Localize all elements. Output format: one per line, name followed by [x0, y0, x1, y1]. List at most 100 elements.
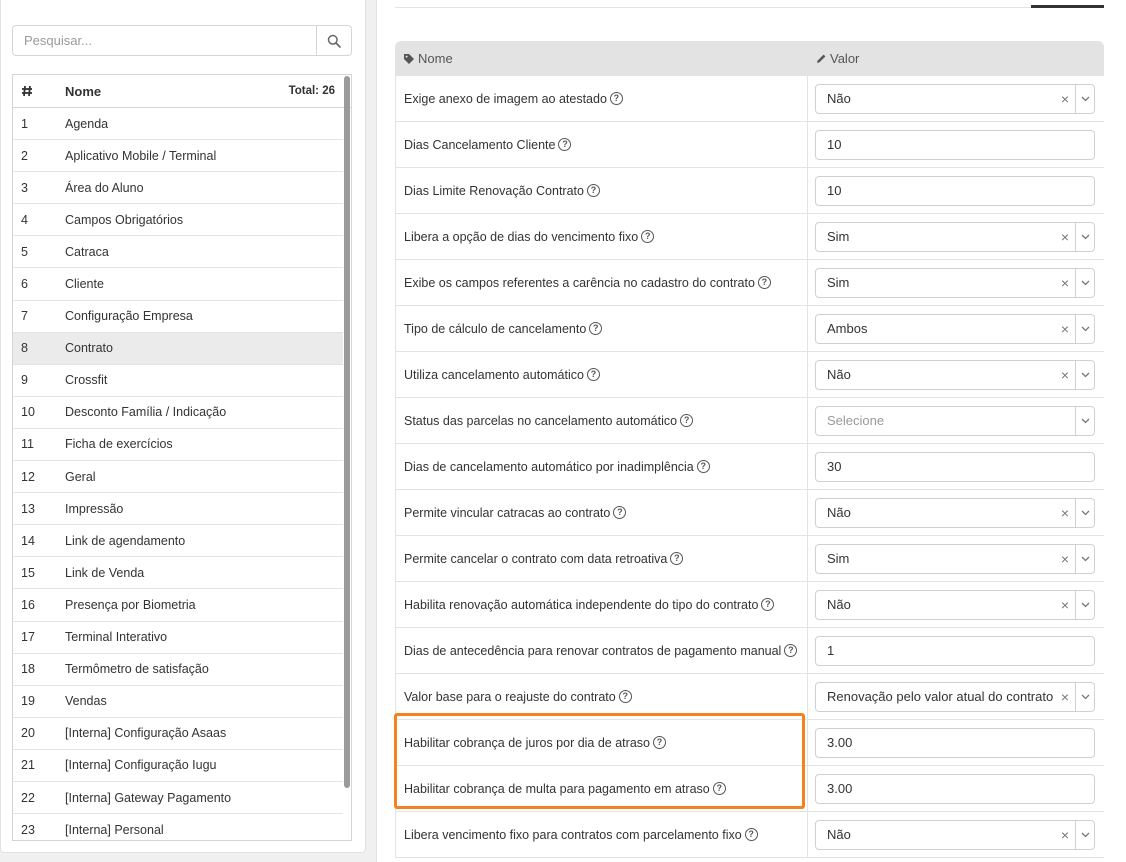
chevron-down-icon[interactable] — [1075, 84, 1094, 113]
list-item[interactable]: 22 [Interna] Gateway Pagamento — [13, 782, 343, 815]
question-circle-icon[interactable]: ? — [589, 322, 603, 335]
list-item[interactable]: 13 Impressão — [13, 493, 343, 526]
setting-value-cell: Sim × — [808, 260, 1104, 305]
question-circle-icon[interactable]: ? — [784, 644, 798, 657]
list-item[interactable]: 23 [Interna] Personal — [13, 814, 343, 840]
close-icon[interactable]: × — [1055, 367, 1075, 383]
setting-select[interactable]: Sim × — [815, 221, 1095, 252]
close-icon[interactable]: × — [1055, 321, 1075, 337]
setting-select[interactable]: Ambos × — [815, 313, 1095, 344]
list-item[interactable]: 18 Termômetro de satisfação — [13, 654, 343, 686]
list-item[interactable]: 20 [Interna] Configuração Asaas — [13, 718, 343, 750]
setting-input[interactable]: 10 — [815, 129, 1095, 160]
search-input[interactable] — [13, 26, 316, 55]
question-circle-icon[interactable]: ? — [609, 92, 623, 105]
chevron-down-icon[interactable] — [1075, 498, 1094, 527]
setting-select[interactable]: Não × — [815, 497, 1095, 528]
question-circle-icon[interactable]: ? — [744, 828, 758, 841]
list-scrollbar[interactable] — [344, 76, 350, 788]
setting-value-cell: 1 — [808, 628, 1104, 673]
setting-input[interactable]: 1 — [815, 635, 1095, 666]
setting-input[interactable]: 3.00 — [815, 727, 1095, 758]
question-circle-icon[interactable]: ? — [761, 598, 775, 611]
list-item[interactable]: 10 Desconto Família / Indicação — [13, 397, 343, 429]
question-circle-icon[interactable]: ? — [670, 552, 684, 565]
chevron-down-icon[interactable] — [1075, 820, 1094, 849]
setting-input[interactable]: 30 — [815, 451, 1095, 482]
list-item[interactable]: 7 Configuração Empresa — [13, 301, 343, 333]
list-item[interactable]: 21 [Interna] Configuração Iugu — [13, 750, 343, 782]
setting-select[interactable]: Sim × — [815, 543, 1095, 574]
list-item[interactable]: 12 Geral — [13, 461, 343, 494]
setting-label: Dias Cancelamento Cliente — [404, 137, 556, 152]
list-item[interactable]: 4 Campos Obrigatórios — [13, 204, 343, 237]
question-circle-icon[interactable]: ? — [618, 690, 632, 703]
list-item-number: 4 — [21, 212, 28, 227]
chevron-down-icon[interactable] — [1075, 544, 1094, 573]
setting-select[interactable]: Não × — [815, 589, 1095, 620]
chevron-down-icon[interactable] — [1075, 222, 1094, 251]
close-icon[interactable]: × — [1055, 597, 1075, 613]
close-icon[interactable]: × — [1055, 551, 1075, 567]
list-item[interactable]: 17 Terminal Interativo — [13, 622, 343, 654]
search-box — [12, 25, 352, 56]
close-icon[interactable]: × — [1055, 689, 1075, 705]
setting-label: Libera vencimento fixo para contratos co… — [404, 827, 742, 842]
list-item[interactable]: 9 Crossfit — [13, 365, 343, 397]
column-header-name[interactable]: Nome — [65, 84, 289, 99]
input-value: 3.00 — [827, 735, 853, 750]
close-icon[interactable]: × — [1055, 275, 1075, 291]
question-circle-icon[interactable]: ? — [586, 184, 600, 197]
question-circle-icon[interactable]: ? — [680, 414, 694, 427]
setting-select[interactable]: Renovação pelo valor atual do contrato × — [815, 681, 1095, 712]
list-item[interactable]: 5 Catraca — [13, 236, 343, 269]
list-item[interactable]: 3 Área do Aluno — [13, 172, 343, 205]
setting-input[interactable]: 10 — [815, 175, 1095, 206]
list-item[interactable]: 15 Link de Venda — [13, 557, 343, 590]
question-circle-icon[interactable]: ? — [696, 460, 710, 473]
list-item-label: Vendas — [65, 694, 107, 709]
list-item[interactable]: 16 Presença por Biometria — [13, 589, 343, 622]
list-item[interactable]: 14 Link de agendamento — [13, 525, 343, 558]
question-circle-icon[interactable]: ? — [757, 276, 771, 289]
chevron-down-icon[interactable] — [1075, 406, 1094, 435]
chevron-down-icon[interactable] — [1075, 314, 1094, 343]
setting-label: Dias Limite Renovação Contrato — [404, 183, 584, 198]
close-icon[interactable]: × — [1055, 91, 1075, 107]
setting-select[interactable]: Não × — [815, 359, 1095, 390]
question-circle-icon[interactable]: ? — [613, 506, 627, 519]
list-item-label: Área do Aluno — [65, 180, 144, 195]
setting-label: Libera a opção de dias do vencimento fix… — [404, 229, 639, 244]
list-item[interactable]: 2 Aplicativo Mobile / Terminal — [13, 140, 343, 173]
list-item[interactable]: 6 Cliente — [13, 268, 343, 301]
list-item[interactable]: 8 Contrato — [13, 332, 343, 365]
question-circle-icon[interactable]: ? — [586, 368, 600, 381]
setting-select[interactable]: Não × — [815, 819, 1095, 850]
list-item-label: [Interna] Personal — [65, 822, 164, 837]
close-icon[interactable]: × — [1055, 827, 1075, 843]
setting-label-cell: Exige anexo de imagem ao atestado? — [396, 76, 808, 121]
list-item-label: [Interna] Configuração Asaas — [65, 726, 227, 741]
question-circle-icon[interactable]: ? — [712, 782, 726, 795]
list-item[interactable]: 19 Vendas — [13, 686, 343, 718]
list-item[interactable]: 11 Ficha de exercícios — [13, 429, 343, 462]
chevron-down-icon[interactable] — [1075, 682, 1094, 711]
setting-select[interactable]: Não × — [815, 83, 1095, 114]
close-icon[interactable]: × — [1055, 229, 1075, 245]
question-circle-icon[interactable]: ? — [558, 138, 572, 151]
setting-select[interactable]: Selecione — [815, 405, 1095, 436]
list-item[interactable]: 1 Agenda — [13, 108, 343, 141]
setting-value-cell: Não × — [808, 490, 1104, 535]
question-circle-icon[interactable]: ? — [641, 230, 655, 243]
setting-label: Habilitar cobrança de multa para pagamen… — [404, 781, 710, 796]
search-button[interactable] — [316, 26, 351, 55]
chevron-down-icon[interactable] — [1075, 590, 1094, 619]
setting-label: Dias de cancelamento automático por inad… — [404, 459, 694, 474]
chevron-down-icon[interactable] — [1075, 268, 1094, 297]
question-circle-icon[interactable]: ? — [652, 736, 666, 749]
close-icon[interactable]: × — [1055, 505, 1075, 521]
setting-input[interactable]: 3.00 — [815, 773, 1095, 804]
chevron-down-icon[interactable] — [1075, 360, 1094, 389]
setting-value-cell: Renovação pelo valor atual do contrato × — [808, 674, 1104, 719]
setting-select[interactable]: Sim × — [815, 267, 1095, 298]
